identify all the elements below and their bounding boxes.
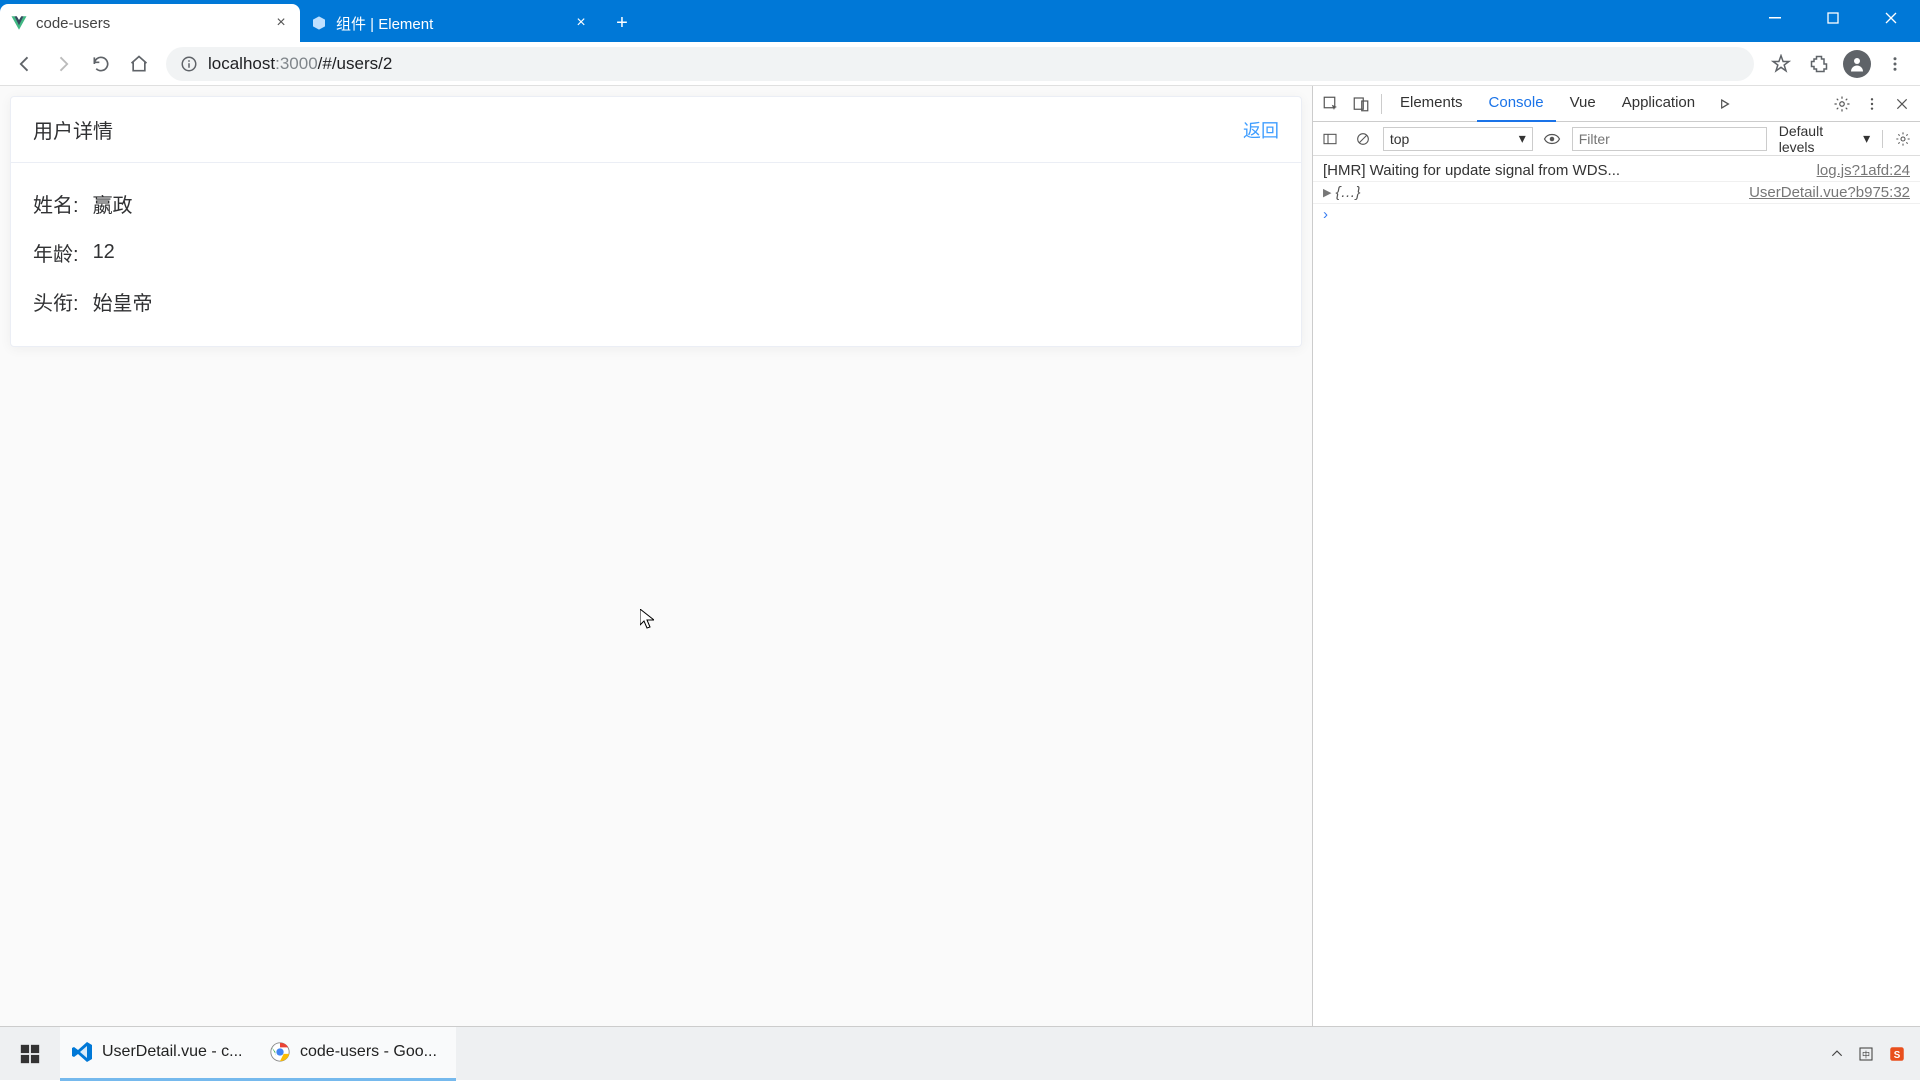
- minimize-button[interactable]: [1746, 0, 1804, 36]
- card-title: 用户详情: [33, 115, 113, 144]
- device-toolbar-icon[interactable]: [1347, 90, 1375, 118]
- url-input[interactable]: localhost:3000/#/users/2: [166, 47, 1754, 81]
- context-select[interactable]: top ▾: [1383, 127, 1533, 151]
- workspace: 用户详情 返回 姓名: 嬴政 年龄: 12 头衔: 始皇帝: [0, 86, 1920, 1026]
- element-icon: [310, 14, 328, 32]
- console-sidebar-icon[interactable]: [1317, 125, 1344, 153]
- svg-text:S: S: [1894, 1049, 1901, 1060]
- profile-avatar[interactable]: [1840, 47, 1874, 81]
- devtools-panel: Elements Console Vue Application top ▾ D…: [1312, 86, 1920, 1026]
- taskbar-item-vscode[interactable]: UserDetail.vue - c...: [60, 1027, 258, 1081]
- taskbar-label: code-users - Goo...: [300, 1043, 437, 1061]
- console-prompt[interactable]: ›: [1313, 204, 1920, 225]
- devtools-tab-application[interactable]: Application: [1610, 86, 1707, 122]
- windows-taskbar: UserDetail.vue - c... code-users - Goo..…: [0, 1026, 1920, 1080]
- chrome-icon: [268, 1040, 292, 1064]
- more-tabs-icon[interactable]: [1711, 90, 1739, 118]
- url-host: localhost: [208, 54, 275, 74]
- age-label: 年龄:: [33, 238, 79, 267]
- divider: [1882, 130, 1883, 148]
- field-title: 头衔: 始皇帝: [33, 287, 1279, 316]
- name-label: 姓名:: [33, 189, 79, 218]
- close-window-button[interactable]: [1862, 0, 1920, 36]
- page-content: 用户详情 返回 姓名: 嬴政 年龄: 12 头衔: 始皇帝: [0, 86, 1312, 1026]
- devtools-settings-icon[interactable]: [1828, 90, 1856, 118]
- title-value: 始皇帝: [93, 287, 153, 316]
- live-expression-icon[interactable]: [1539, 125, 1566, 153]
- back-link[interactable]: 返回: [1243, 117, 1279, 143]
- console-output: [HMR] Waiting for update signal from WDS…: [1313, 156, 1920, 1026]
- card-header: 用户详情 返回: [11, 97, 1301, 163]
- filter-input[interactable]: [1572, 127, 1767, 151]
- browser-tab-active[interactable]: code-users ×: [0, 4, 300, 42]
- devtools-tab-console[interactable]: Console: [1477, 86, 1556, 122]
- levels-label: Default levels: [1779, 123, 1859, 155]
- tab-title: code-users: [36, 15, 272, 32]
- chevron-down-icon: ▾: [1863, 130, 1870, 147]
- log-object[interactable]: {…}: [1335, 184, 1360, 201]
- bookmark-icon[interactable]: [1764, 47, 1798, 81]
- console-settings-icon[interactable]: [1889, 125, 1916, 153]
- log-levels-select[interactable]: Default levels ▾: [1773, 123, 1876, 155]
- tray-chevron-icon[interactable]: [1830, 1047, 1844, 1061]
- close-icon[interactable]: ×: [272, 14, 290, 32]
- console-log-row: [HMR] Waiting for update signal from WDS…: [1313, 160, 1920, 182]
- devtools-menu-icon[interactable]: [1858, 90, 1886, 118]
- chrome-menu-icon[interactable]: [1878, 47, 1912, 81]
- clear-console-icon[interactable]: [1350, 125, 1377, 153]
- window-controls: [1746, 0, 1920, 36]
- field-name: 姓名: 嬴政: [33, 189, 1279, 218]
- maximize-button[interactable]: [1804, 0, 1862, 36]
- inspect-element-icon[interactable]: [1317, 90, 1345, 118]
- field-age: 年龄: 12: [33, 238, 1279, 267]
- vue-icon: [10, 14, 28, 32]
- divider: [1381, 94, 1382, 114]
- devtools-tab-elements[interactable]: Elements: [1388, 86, 1475, 122]
- user-detail-card: 用户详情 返回 姓名: 嬴政 年龄: 12 头衔: 始皇帝: [10, 96, 1302, 347]
- system-tray: 中 S: [1830, 1045, 1920, 1063]
- tray-app-icon[interactable]: S: [1888, 1045, 1906, 1063]
- home-button[interactable]: [122, 47, 156, 81]
- start-button[interactable]: [0, 1027, 60, 1081]
- age-value: 12: [93, 241, 115, 264]
- taskbar-label: UserDetail.vue - c...: [102, 1043, 242, 1061]
- console-log-row: ▶ {…} UserDetail.vue?b975:32: [1313, 182, 1920, 204]
- vscode-icon: [70, 1040, 94, 1064]
- site-info-icon[interactable]: [180, 55, 198, 73]
- console-toolbar: top ▾ Default levels ▾: [1313, 122, 1920, 156]
- devtools-tab-vue[interactable]: Vue: [1558, 86, 1608, 122]
- new-tab-button[interactable]: +: [606, 7, 638, 39]
- url-path: /#/users/2: [318, 54, 393, 74]
- browser-titlebar: code-users × 组件 | Element × +: [0, 0, 1920, 42]
- forward-button[interactable]: [46, 47, 80, 81]
- browser-tabs: code-users × 组件 | Element × +: [0, 0, 638, 42]
- name-value: 嬴政: [93, 189, 133, 218]
- url-port: :3000: [275, 54, 318, 74]
- back-button[interactable]: [8, 47, 42, 81]
- devtools-tabs: Elements Console Vue Application: [1313, 86, 1920, 122]
- browser-tab[interactable]: 组件 | Element ×: [300, 4, 600, 42]
- title-label: 头衔:: [33, 287, 79, 316]
- taskbar-item-chrome[interactable]: code-users - Goo...: [258, 1027, 456, 1081]
- reload-button[interactable]: [84, 47, 118, 81]
- log-source-link[interactable]: UserDetail.vue?b975:32: [1749, 184, 1910, 201]
- tray-ime-icon[interactable]: 中: [1858, 1046, 1874, 1062]
- context-value: top: [1390, 131, 1409, 147]
- tab-title: 组件 | Element: [336, 13, 572, 34]
- address-bar: localhost:3000/#/users/2: [0, 42, 1920, 86]
- expand-triangle-icon[interactable]: ▶: [1323, 186, 1331, 199]
- card-body: 姓名: 嬴政 年龄: 12 头衔: 始皇帝: [11, 163, 1301, 346]
- log-source-link[interactable]: log.js?1afd:24: [1817, 162, 1910, 179]
- chevron-down-icon: ▾: [1519, 130, 1526, 147]
- close-icon[interactable]: ×: [572, 14, 590, 32]
- extensions-icon[interactable]: [1802, 47, 1836, 81]
- log-message: [HMR] Waiting for update signal from WDS…: [1323, 162, 1620, 179]
- svg-text:中: 中: [1862, 1049, 1870, 1059]
- devtools-close-icon[interactable]: [1888, 90, 1916, 118]
